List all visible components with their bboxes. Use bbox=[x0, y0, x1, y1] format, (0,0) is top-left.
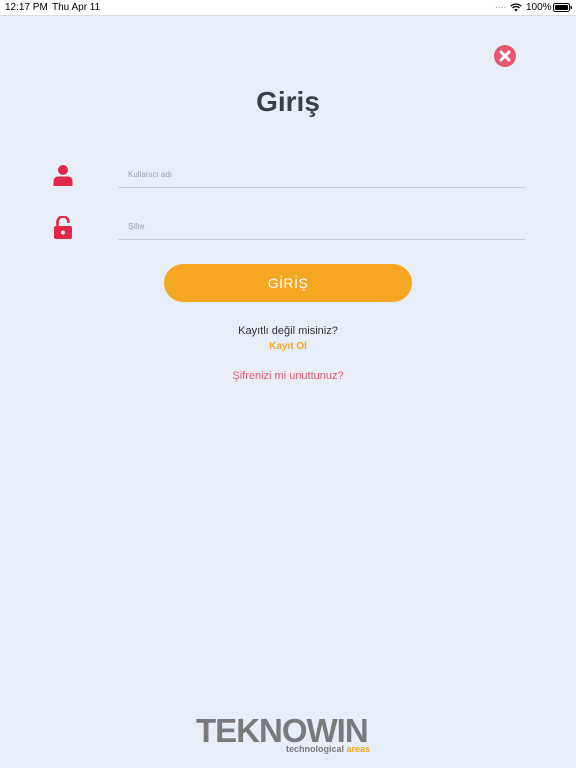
status-date: Thu Apr 11 bbox=[52, 2, 101, 13]
logo-tagline-part2: areas bbox=[346, 744, 371, 754]
teknowin-logo: TEKNOWIN technological areas bbox=[196, 714, 380, 758]
status-time: 12:17 PM bbox=[5, 2, 48, 13]
user-icon bbox=[53, 164, 73, 191]
password-input[interactable] bbox=[118, 214, 525, 240]
status-bar: 12:17 PM Thu Apr 11 .... 100% bbox=[0, 0, 576, 16]
logo-tagline: technological areas bbox=[286, 744, 370, 754]
username-input[interactable] bbox=[118, 162, 525, 188]
battery-icon bbox=[553, 3, 573, 15]
register-question: Kayıtlı değil misiniz? bbox=[238, 325, 338, 337]
register-link[interactable]: Kayıt Ol bbox=[0, 341, 576, 352]
forgot-password-link[interactable]: Şifrenizi mi unuttunuz? bbox=[0, 370, 576, 382]
status-dots: .... bbox=[495, 0, 507, 11]
wifi-icon bbox=[510, 3, 522, 15]
logo-tagline-part1: technological bbox=[286, 744, 345, 754]
battery-percent: 100% bbox=[526, 2, 552, 13]
logo-name: TEKNOWIN bbox=[196, 712, 369, 749]
unlock-icon bbox=[53, 215, 73, 245]
page-title: Giriş bbox=[256, 86, 320, 117]
close-icon bbox=[499, 50, 511, 62]
close-button[interactable] bbox=[494, 45, 516, 67]
login-button[interactable]: GİRİŞ bbox=[164, 264, 412, 302]
